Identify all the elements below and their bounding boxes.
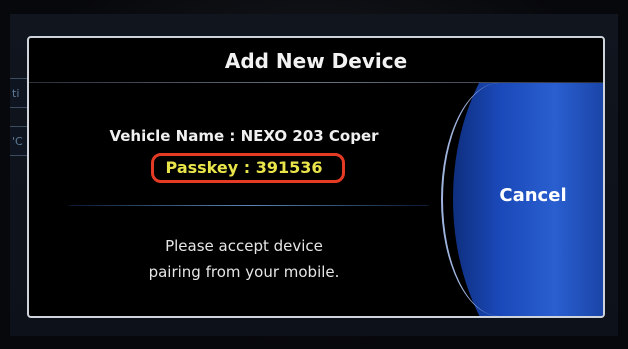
dialog-content: Vehicle Name : NEXO 203 Coper Passkey : … [29, 83, 459, 316]
dialog-title: Add New Device [224, 49, 408, 73]
passkey-text: Passkey : 391536 [165, 158, 323, 177]
add-new-device-dialog: Add New Device Vehicle Name : NEXO 203 C… [27, 36, 605, 318]
cancel-button-label: Cancel [499, 185, 567, 206]
pairing-message-line-2: pairing from your mobile. [148, 263, 340, 281]
content-divider [69, 205, 429, 206]
pairing-message-line-1: Please accept device [165, 237, 323, 255]
vehicle-name-text: Vehicle Name : NEXO 203 Coper [109, 127, 379, 145]
cancel-button[interactable]: Cancel [453, 83, 603, 316]
